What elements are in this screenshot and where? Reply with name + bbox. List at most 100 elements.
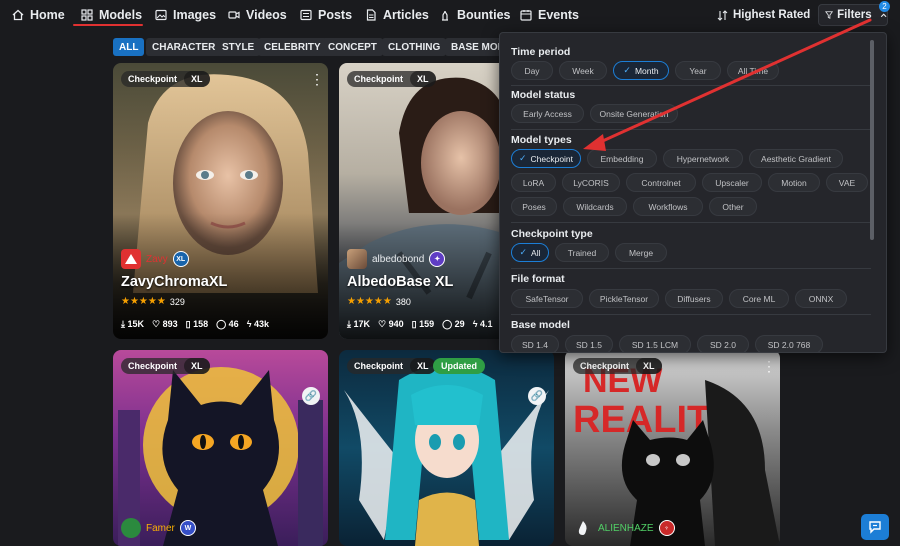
nav-articles-label: Articles	[383, 8, 429, 22]
filter-type-aesthetic-gradient[interactable]: Aesthetic Gradient	[749, 149, 843, 168]
nav-images[interactable]: Images	[155, 0, 216, 30]
chat-button[interactable]	[861, 514, 889, 540]
chip-character[interactable]: CHARACTER	[146, 38, 222, 56]
nav-videos[interactable]: Videos	[228, 0, 287, 30]
filter-type-lora[interactable]: LoRA	[511, 173, 556, 192]
filter-type-motion[interactable]: Motion	[768, 173, 820, 192]
filter-base-sd15[interactable]: SD 1.5	[565, 335, 613, 352]
filter-type-hypernetwork[interactable]: Hypernetwork	[663, 149, 743, 168]
filter-type-upscaler[interactable]: Upscaler	[702, 173, 762, 192]
chip-concept[interactable]: CONCEPT	[322, 38, 383, 56]
likes-count: 893	[162, 319, 178, 329]
card-title: ZavyChromaXL	[121, 274, 228, 290]
section-time-period: Time period	[511, 46, 571, 58]
nav-bounties[interactable]: Bounties	[439, 0, 510, 30]
posts-icon	[300, 9, 312, 21]
chip-celebrity[interactable]: CELEBRITY	[258, 38, 327, 56]
filters-label: Filters	[837, 9, 872, 21]
more-options-icon[interactable]: ⋮	[762, 358, 776, 374]
creator-row[interactable]: Zavy XL	[121, 249, 189, 269]
filter-time-year[interactable]: Year	[675, 61, 721, 80]
nav-models-label: Models	[99, 8, 143, 22]
filter-type-other[interactable]: Other	[709, 197, 757, 216]
filter-type-embedding[interactable]: Embedding	[587, 149, 657, 168]
filter-type-workflows[interactable]: Workflows	[633, 197, 703, 216]
filter-time-month-label: Month	[634, 65, 659, 76]
nav-home[interactable]: Home	[12, 0, 65, 30]
filter-type-checkpoint[interactable]: ✓ Checkpoint	[511, 149, 581, 168]
sort-dropdown[interactable]: Highest Rated	[717, 0, 830, 30]
model-card-zavychromaxl[interactable]: Checkpoint XL ⋮ Zavy XL ZavyChromaXL ★★★★…	[113, 63, 328, 339]
section-model-status: Model status	[511, 89, 576, 101]
article-icon	[366, 9, 376, 21]
filter-base-sd14[interactable]: SD 1.4	[511, 335, 559, 352]
filter-time-week[interactable]: Week	[559, 61, 607, 80]
filter-type-controlnet[interactable]: Controlnet	[626, 173, 696, 192]
filter-format-onnx[interactable]: ONNX	[795, 289, 847, 308]
divider	[511, 268, 871, 269]
chip-style[interactable]: STYLE	[216, 38, 261, 56]
filter-format-diffusers[interactable]: Diffusers	[665, 289, 723, 308]
grid-icon	[81, 9, 93, 21]
filters-button[interactable]: Filters	[818, 4, 888, 26]
filters-scrollbar[interactable]	[870, 40, 874, 240]
filter-type-poses[interactable]: Poses	[511, 197, 557, 216]
model-type-badge: Checkpoint XL	[573, 358, 662, 374]
section-base-model: Base model	[511, 319, 570, 331]
chip-all[interactable]: ALL	[113, 38, 145, 56]
nav-events[interactable]: Events	[520, 0, 579, 30]
filter-checkpoint-merge[interactable]: Merge	[615, 243, 667, 262]
likes-stat: ♡ 940	[378, 319, 404, 329]
filter-checkpoint-all[interactable]: ✓ All	[511, 243, 549, 262]
nav-bounties-label: Bounties	[457, 8, 511, 22]
card-thumbnail	[118, 367, 323, 546]
calendar-icon	[520, 10, 532, 21]
filter-base-sd20-768[interactable]: SD 2.0 768	[755, 335, 823, 352]
more-options-icon[interactable]: ⋮	[310, 71, 324, 87]
badge-type-label: Checkpoint	[128, 361, 178, 371]
filter-format-coreml[interactable]: Core ML	[729, 289, 789, 308]
top-navigation: Home Models Images Videos Posts Articles…	[0, 0, 900, 30]
bounty-icon	[442, 11, 448, 21]
filter-format-safetensor[interactable]: SafeTensor	[511, 289, 583, 308]
filter-time-day[interactable]: Day	[511, 61, 553, 80]
filter-time-month[interactable]: ✓ Month	[613, 61, 669, 80]
downloads-count: 17K	[353, 319, 370, 329]
filter-checkpoint-trained[interactable]: Trained	[555, 243, 609, 262]
video-icon	[228, 11, 240, 19]
downloads-count: 15K	[127, 319, 144, 329]
chip-clothing[interactable]: CLOTHING	[382, 38, 447, 56]
link-icon[interactable]: 🔗	[528, 387, 546, 405]
tips-stat: ϟ 43k	[246, 319, 269, 329]
tips-stat: ϟ 4.1	[472, 319, 493, 329]
filter-type-wildcards[interactable]: Wildcards	[563, 197, 627, 216]
filter-base-sd15-lcm[interactable]: SD 1.5 LCM	[619, 335, 691, 352]
nav-articles[interactable]: Articles	[365, 0, 429, 30]
creator-row[interactable]: albedobond ✦	[347, 249, 446, 269]
model-card-anime[interactable]: Checkpoint XL Updated 🔗	[339, 350, 554, 546]
filter-type-lycoris[interactable]: LyCORIS	[562, 173, 620, 192]
badge-type-label: Checkpoint	[580, 361, 630, 371]
creator-row[interactable]: Famer W	[121, 518, 196, 538]
filter-format-pickletensor[interactable]: PickleTensor	[589, 289, 659, 308]
filter-type-vae[interactable]: VAE	[826, 173, 868, 192]
model-card-new-reality[interactable]: NEW REALITY Checkpoint XL ⋮ ALIENHAZE ♆	[565, 350, 780, 546]
filter-checkpoint-all-label: All	[531, 247, 541, 258]
model-type-badge: Checkpoint XL	[121, 71, 210, 87]
creator-row[interactable]: ALIENHAZE ♆	[573, 518, 675, 538]
filter-status-early-access[interactable]: Early Access	[511, 104, 584, 123]
nav-posts[interactable]: Posts	[300, 0, 352, 30]
badge-base-label: XL	[410, 71, 436, 87]
card-thumbnail	[344, 365, 549, 546]
check-icon: ✓	[623, 65, 631, 75]
likes-count: 940	[388, 319, 404, 329]
creator-name: ALIENHAZE	[598, 522, 654, 534]
filter-time-all[interactable]: All Time	[727, 61, 779, 80]
model-card-cat-art[interactable]: Checkpoint XL 🔗 Famer W	[113, 350, 328, 546]
divider	[511, 129, 871, 130]
link-icon[interactable]: 🔗	[302, 387, 320, 405]
filter-status-onsite-generation[interactable]: Onsite Generation	[590, 104, 678, 123]
image-icon	[155, 9, 167, 21]
filter-base-sd20[interactable]: SD 2.0	[697, 335, 749, 352]
creator-avatar	[121, 518, 141, 538]
